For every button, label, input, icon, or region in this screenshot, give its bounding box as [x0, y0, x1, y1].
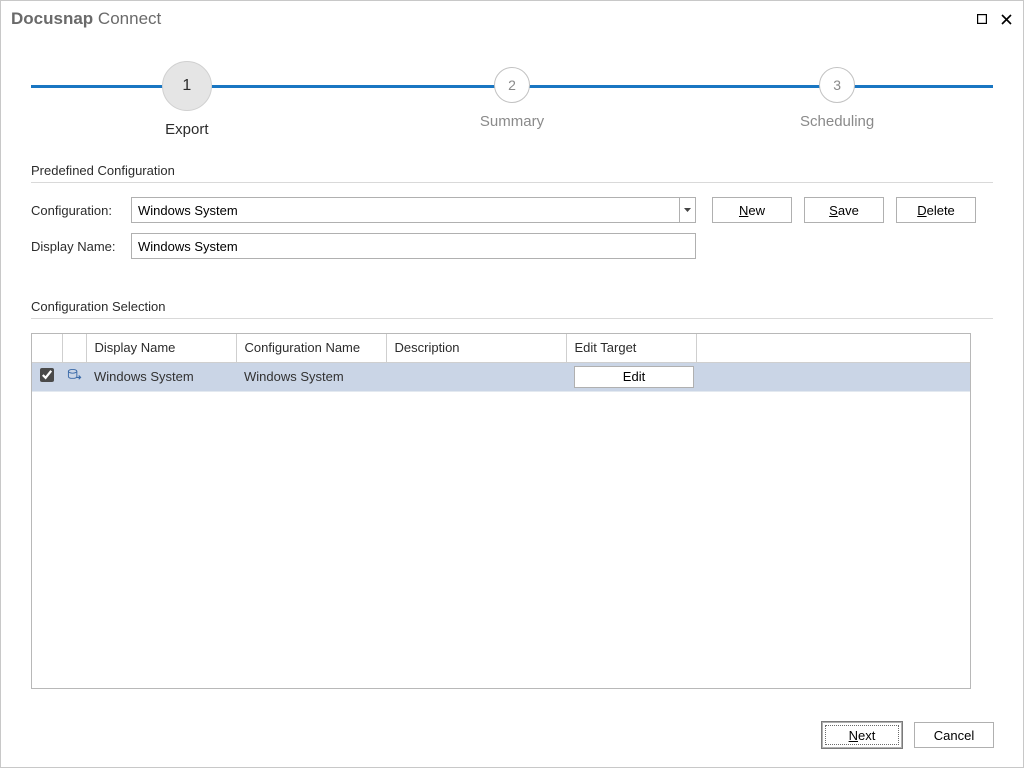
column-header-checkbox[interactable] [32, 334, 62, 362]
section-title-predefined: Predefined Configuration [31, 163, 993, 178]
step-summary[interactable]: 2 Summary [432, 61, 592, 130]
display-name-input[interactable] [131, 233, 696, 259]
column-header-spacer [696, 334, 970, 362]
step-circle: 3 [819, 67, 855, 103]
configuration-table: Display Name Configuration Name Descript… [31, 333, 971, 689]
column-header-configuration-name[interactable]: Configuration Name [236, 334, 386, 362]
row-checkbox[interactable] [40, 368, 54, 382]
configuration-input[interactable] [131, 197, 679, 223]
label-configuration: Configuration: [31, 203, 131, 218]
title-light: Connect [98, 9, 161, 28]
new-button[interactable]: New [712, 197, 792, 223]
title-bold: Docusnap [11, 9, 93, 28]
step-export[interactable]: 1 Export [107, 61, 267, 138]
configuration-combo[interactable] [131, 197, 696, 223]
combo-dropdown-button[interactable] [679, 197, 696, 223]
table-row[interactable]: Windows System Windows System Edit [32, 362, 970, 391]
cell-spacer [696, 362, 970, 391]
cell-configuration-name: Windows System [236, 362, 386, 391]
label-display-name: Display Name: [31, 239, 131, 254]
wizard-footer: Next Cancel [822, 722, 994, 748]
step-circle: 1 [162, 61, 212, 111]
section-divider [31, 318, 993, 319]
chevron-down-icon [684, 208, 691, 213]
cell-display-name: Windows System [86, 362, 236, 391]
edit-target-button[interactable]: Edit [574, 366, 694, 388]
table-header-row: Display Name Configuration Name Descript… [32, 334, 970, 362]
cancel-button[interactable]: Cancel [914, 722, 994, 748]
next-button[interactable]: Next [822, 722, 902, 748]
cell-description [386, 362, 566, 391]
database-export-icon [62, 362, 86, 391]
step-label: Export [107, 121, 267, 138]
step-label: Scheduling [757, 113, 917, 130]
window-title: Docusnap Connect [11, 9, 975, 29]
maximize-icon[interactable] [975, 12, 989, 26]
section-title-selection: Configuration Selection [31, 299, 993, 314]
step-circle: 2 [494, 67, 530, 103]
wizard-stepper: 1 Export 2 Summary 3 Scheduling [31, 61, 993, 131]
table-empty-area [32, 392, 970, 689]
column-header-edit-target[interactable]: Edit Target [566, 334, 696, 362]
title-bar: Docusnap Connect [1, 1, 1023, 37]
step-scheduling[interactable]: 3 Scheduling [757, 61, 917, 130]
save-button[interactable]: Save [804, 197, 884, 223]
column-header-display-name[interactable]: Display Name [86, 334, 236, 362]
column-header-icon [62, 334, 86, 362]
section-divider [31, 182, 993, 183]
column-header-description[interactable]: Description [386, 334, 566, 362]
delete-button[interactable]: Delete [896, 197, 976, 223]
close-icon[interactable] [999, 12, 1013, 26]
step-label: Summary [432, 113, 592, 130]
